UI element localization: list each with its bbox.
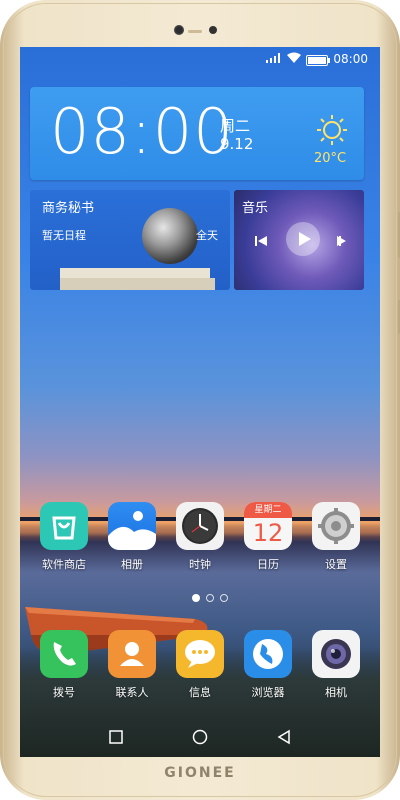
phone-frame: 08:00 08:00 周二 9.12 20°C 商务秘书 暂无日程 全天 音乐… <box>0 0 400 800</box>
page-dot-3[interactable] <box>220 594 228 602</box>
next-track-icon <box>337 236 346 246</box>
music-widget[interactable]: 音乐 <box>234 190 364 290</box>
clock-date: 9.12 <box>220 135 254 153</box>
earpiece <box>188 30 202 33</box>
status-time: 08:00 <box>333 52 368 66</box>
front-camera <box>174 25 184 35</box>
app-label: 相机 <box>325 686 347 699</box>
settings-icon <box>312 502 360 550</box>
proximity-sensor <box>209 26 217 34</box>
app-label: 时钟 <box>189 558 211 571</box>
recent-apps-button[interactable] <box>108 729 124 745</box>
camera-icon <box>312 630 360 678</box>
app-label: 信息 <box>189 686 211 699</box>
battery-level <box>308 57 326 64</box>
biz-widget-scope: 全天 <box>196 229 218 242</box>
app-label: 拨号 <box>53 686 75 699</box>
sunny-weather-icon <box>317 115 347 145</box>
signal-icon <box>266 53 280 63</box>
wifi-icon <box>287 52 301 63</box>
navigation-bar <box>20 721 380 757</box>
back-button[interactable] <box>276 729 292 745</box>
app-messages[interactable]: 信息 <box>170 630 230 700</box>
app-camera[interactable]: 相机 <box>306 630 366 700</box>
app-label: 日历 <box>257 558 279 571</box>
calendar-header: 星期二 <box>244 502 292 518</box>
previous-track-icon <box>255 236 267 246</box>
app-label: 浏览器 <box>251 686 285 699</box>
calendar-icon: 星期二 12 <box>244 502 292 550</box>
app-clock[interactable]: 时钟 <box>170 502 230 572</box>
app-label: 联系人 <box>115 686 149 699</box>
music-widget-title: 音乐 <box>242 201 269 216</box>
biz-widget-subtitle: 暂无日程 <box>42 229 86 242</box>
app-contacts[interactable]: 联系人 <box>102 630 162 700</box>
phone-icon <box>40 630 88 678</box>
page-dot-2[interactable] <box>206 594 214 602</box>
app-label: 软件商店 <box>42 558 86 571</box>
app-label: 设置 <box>325 558 347 571</box>
app-calendar[interactable]: 星期二 12 日历 <box>238 502 298 572</box>
page-indicator <box>180 594 240 602</box>
battery-icon <box>306 55 330 66</box>
books-illustration <box>60 268 215 290</box>
contacts-icon <box>108 630 156 678</box>
business-secretary-widget[interactable]: 商务秘书 暂无日程 全天 <box>30 190 230 290</box>
music-controls <box>255 236 346 246</box>
browser-icon <box>244 630 292 678</box>
app-dialer[interactable]: 拨号 <box>34 630 94 700</box>
status-bar: 08:00 <box>20 47 380 71</box>
app-label: 相册 <box>121 558 143 571</box>
clock-weekday: 周二 <box>220 117 251 135</box>
temperature: 20°C <box>314 151 347 166</box>
app-software-store[interactable]: 软件商店 <box>34 502 94 572</box>
app-browser[interactable]: 浏览器 <box>238 630 298 700</box>
page-dot-1[interactable] <box>192 594 200 602</box>
clock-icon <box>176 502 224 550</box>
home-screen: 08:00 08:00 周二 9.12 20°C 商务秘书 暂无日程 全天 音乐… <box>20 47 380 757</box>
home-button[interactable] <box>192 729 208 745</box>
messages-icon <box>176 630 224 678</box>
clock-weather-widget[interactable]: 08:00 周二 9.12 20°C <box>30 87 364 180</box>
app-store-icon <box>40 502 88 550</box>
globe-illustration <box>142 208 198 264</box>
calendar-day: 12 <box>252 519 284 547</box>
biz-widget-title: 商务秘书 <box>42 201 95 216</box>
clock-time: 08:00 <box>50 95 234 168</box>
gallery-icon <box>108 502 156 550</box>
app-gallery[interactable]: 相册 <box>102 502 162 572</box>
brand-logo: GIONEE <box>164 765 236 781</box>
app-settings[interactable]: 设置 <box>306 502 366 572</box>
